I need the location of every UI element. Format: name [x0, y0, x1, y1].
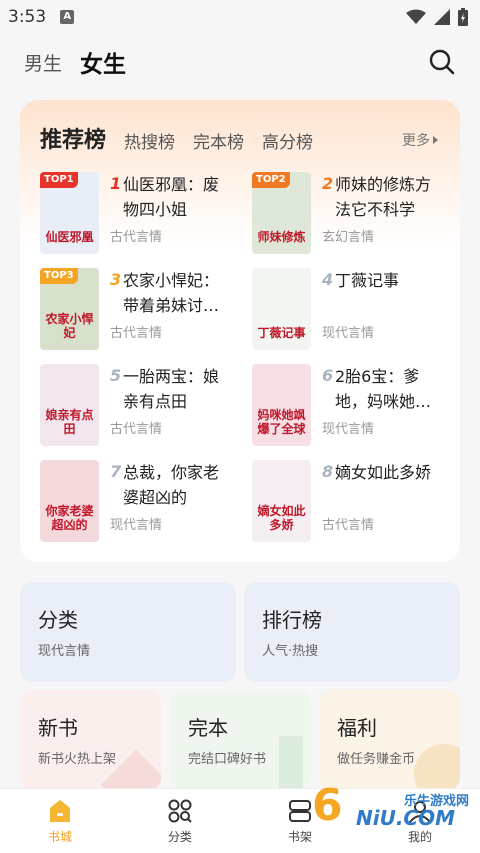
tab-male[interactable]: 男生	[24, 49, 62, 76]
book-cover-title: 师妹修炼	[257, 230, 306, 244]
watermark-brand-bottom: NiU.COM	[356, 806, 456, 830]
tile-rewards-title: 福利	[337, 716, 377, 740]
book-item[interactable]: 娘亲有点田 5 一胎两宝：娘亲有点田古代言情	[40, 364, 240, 448]
book-genre: 现代言情	[322, 326, 375, 341]
tile-rewards-sub: 做任务赚金币	[337, 752, 416, 767]
book-cover[interactable]: 妈咪她飒爆了全球	[252, 364, 311, 446]
more-link[interactable]: 更多	[402, 130, 440, 150]
book-rank: 2	[322, 174, 334, 193]
book-item[interactable]: 仙医邪凰 TOP1 1 仙医邪凰：废物四小姐古代言情	[40, 172, 240, 256]
tile-completed[interactable]: 完本 完结口碑好书	[170, 690, 311, 790]
wifi-icon	[406, 9, 426, 24]
tab-hot-search[interactable]: 热搜榜	[124, 128, 175, 153]
book-cover[interactable]: 师妹修炼 TOP2	[252, 172, 311, 254]
tile-ranking[interactable]: 排行榜 人气·热搜	[244, 582, 460, 682]
book-item[interactable]: 嫡女如此多娇 8 嫡女如此多娇 古代言情	[252, 460, 452, 544]
book-title[interactable]: 丁薇记事	[335, 268, 445, 293]
cell-signal-icon	[434, 9, 450, 25]
book-title[interactable]: 一胎两宝：娘亲有点田	[123, 364, 233, 414]
nav-category[interactable]: 分类	[120, 789, 240, 853]
tab-female[interactable]: 女生	[80, 45, 126, 79]
book-item[interactable]: 妈咪她飒爆了全球 6 2胎6宝：爹地，妈咪她… 现代言情	[252, 364, 452, 448]
search-icon[interactable]	[428, 48, 456, 76]
book-title[interactable]: 2胎6宝：爹地，妈咪她…	[335, 364, 445, 414]
nav-category-label: 分类	[167, 829, 192, 844]
book-genre: 古代言情	[322, 518, 375, 533]
top-badge: TOP3	[40, 268, 78, 284]
bookshelf-icon	[289, 799, 311, 822]
book-item[interactable]: 农家小悍妃 TOP3 3 农家小悍妃：带着弟妹讨… 古代言情	[40, 268, 240, 352]
tab-high-score[interactable]: 高分榜	[262, 128, 313, 153]
book-title[interactable]: 总裁，你家老婆超凶的	[123, 460, 233, 510]
book-cover[interactable]: 你家老婆超凶的	[40, 460, 99, 542]
book-cover[interactable]: 农家小悍妃 TOP3	[40, 268, 99, 350]
nav-bookshelf-label: 书架	[287, 829, 312, 844]
book-genre: 现代言情	[110, 518, 163, 533]
book-item[interactable]: 你家老婆超凶的 7 总裁，你家老婆超凶的现代言情	[40, 460, 240, 544]
bookstore-icon	[50, 799, 70, 822]
book-genre: 古代言情	[110, 230, 163, 245]
nav-bookstore-label: 书城	[47, 829, 72, 844]
book-cover-title: 嫡女如此多娇	[257, 504, 306, 532]
book-cover-title: 娘亲有点田	[45, 408, 94, 436]
status-time: 3:53	[8, 7, 47, 27]
top-badge: TOP2	[252, 172, 290, 188]
book-cover-title: 妈咪她飒爆了全球	[257, 408, 306, 436]
book-rank: 6	[322, 366, 334, 385]
book-cover[interactable]: 丁薇记事	[252, 268, 311, 350]
book-rank: 1	[110, 174, 122, 193]
book-rank: 7	[110, 462, 122, 481]
book-rank: 4	[322, 270, 334, 289]
status-bar: 3:53 A	[0, 0, 480, 34]
book-genre: 玄幻言情	[322, 230, 375, 245]
book-genre: 现代言情	[322, 422, 375, 437]
book-cover-title: 农家小悍妃	[45, 312, 94, 340]
book-item[interactable]: 师妹修炼 TOP2 2 师妹的修炼方法它不科学玄幻言情	[252, 172, 452, 256]
rank-title: 推荐榜	[40, 128, 107, 153]
nav-bookstore[interactable]: 书城	[0, 789, 120, 853]
book-title[interactable]: 嫡女如此多娇	[335, 460, 445, 485]
tile-completed-deco	[279, 736, 303, 790]
tile-completed-sub: 完结口碑好书	[188, 752, 267, 767]
book-cover[interactable]: 仙医邪凰 TOP1	[40, 172, 99, 254]
battery-icon	[458, 8, 468, 26]
sim-icon: A	[60, 10, 75, 24]
tile-category-sub: 现代言情	[38, 644, 91, 659]
book-title[interactable]: 师妹的修炼方法它不科学	[335, 172, 445, 222]
book-cover-title: 你家老婆超凶的	[45, 504, 94, 532]
book-genre: 古代言情	[110, 326, 163, 341]
tile-new-books-title: 新书	[38, 716, 78, 740]
gender-tab-bar: 男生 女生	[0, 42, 480, 82]
tile-category-title: 分类	[38, 608, 78, 632]
book-cover[interactable]: 嫡女如此多娇	[252, 460, 311, 542]
book-title[interactable]: 农家小悍妃：带着弟妹讨…	[123, 268, 233, 318]
watermark-logo: 6 乐牛游戏网 NiU.COM	[312, 780, 472, 840]
arrow-right-icon	[433, 136, 438, 144]
book-rank: 8	[322, 462, 334, 481]
tile-ranking-sub: 人气·热搜	[262, 644, 319, 659]
tab-completed[interactable]: 完本榜	[193, 128, 244, 153]
tile-rewards[interactable]: 福利 做任务赚金币	[319, 690, 460, 790]
rank-header: 推荐榜 热搜榜 完本榜 高分榜 更多	[40, 120, 440, 156]
tile-completed-title: 完本	[188, 716, 228, 740]
watermark-digit: 6	[312, 780, 343, 831]
book-cover-title: 丁薇记事	[257, 326, 306, 340]
book-rank: 5	[110, 366, 122, 385]
top-badge: TOP1	[40, 172, 78, 188]
book-genre: 古代言情	[110, 422, 163, 437]
tile-new-books-sub: 新书火热上架	[38, 752, 117, 767]
book-title[interactable]: 仙医邪凰：废物四小姐	[123, 172, 233, 222]
category-icon	[168, 799, 192, 823]
book-cover[interactable]: 娘亲有点田	[40, 364, 99, 446]
tile-category[interactable]: 分类 现代言情	[20, 582, 236, 682]
tile-new-books[interactable]: 新书 新书火热上架	[20, 690, 161, 790]
more-label: 更多	[402, 133, 430, 149]
book-cover-title: 仙医邪凰	[45, 230, 94, 244]
book-rank: 3	[110, 270, 122, 289]
recommend-rank-card: 推荐榜 热搜榜 完本榜 高分榜 更多 仙医邪凰 TOP1 1 仙医邪凰：废物四小姐古代…	[20, 100, 460, 562]
book-item[interactable]: 丁薇记事 4 丁薇记事 现代言情	[252, 268, 452, 352]
tile-ranking-title: 排行榜	[262, 608, 322, 632]
